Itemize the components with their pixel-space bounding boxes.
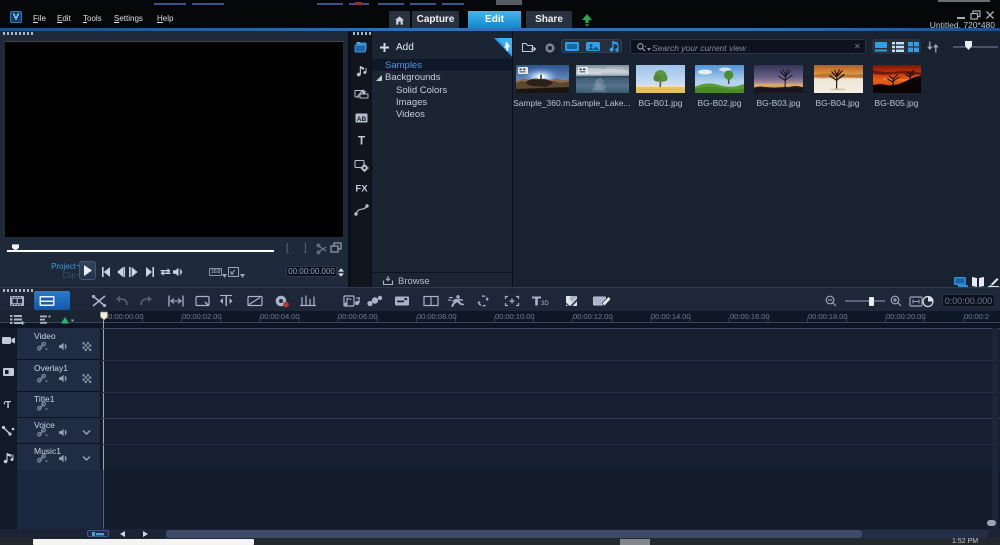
svg-text:T: T — [358, 134, 366, 148]
svg-text:AB: AB — [357, 116, 367, 123]
svg-text:FX: FX — [355, 184, 368, 195]
svg-text:3D: 3D — [541, 301, 549, 307]
svg-text:T: T — [5, 400, 11, 411]
